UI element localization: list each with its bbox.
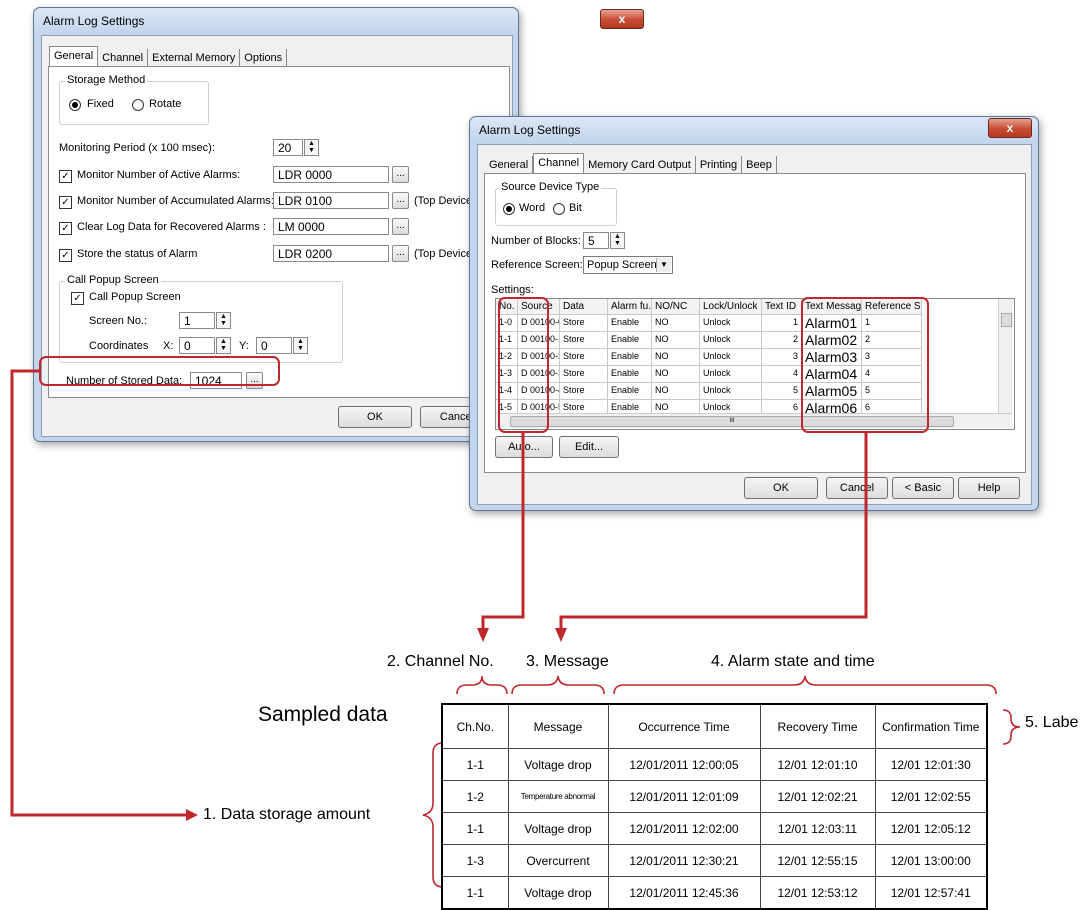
cell-recovery: 12/01 12:55:15 [759, 844, 876, 877]
cell-recovery: 12/01 12:53:12 [759, 876, 876, 910]
cell-ch-no: 1-3 [441, 844, 509, 877]
table-row: 1-1 Voltage drop 12/01/2011 12:02:00 12/… [441, 812, 988, 845]
alarm-state-brace [613, 675, 997, 695]
cell-occurrence: 12/01/2011 12:00:05 [607, 748, 761, 781]
header-occurrence-time: Occurrence Time [607, 703, 761, 749]
sampled-data-table: Ch.No. Message Occurrence Time Recovery … [441, 703, 988, 910]
cell-ch-no: 1-1 [441, 876, 509, 910]
cell-recovery: 12/01 12:01:10 [759, 748, 876, 781]
cell-recovery: 12/01 12:03:11 [759, 812, 876, 845]
cell-confirmation: 12/01 12:01:30 [874, 748, 988, 781]
cell-recovery: 12/01 12:02:21 [759, 780, 876, 813]
storage-brace [422, 742, 444, 888]
storage-arrowhead [186, 809, 198, 821]
cell-occurrence: 12/01/2011 12:01:09 [607, 780, 761, 813]
cell-occurrence: 12/01/2011 12:45:36 [607, 876, 761, 910]
cell-message: Temperature abnormal [507, 780, 609, 813]
message-connector [559, 432, 868, 628]
sampled-data-title: Sampled data [258, 703, 388, 726]
alarm-state-callout: 4. Alarm state and time [711, 653, 875, 670]
channel-connector [481, 432, 525, 628]
header-message: Message [507, 703, 609, 749]
channel-no-highlight [498, 297, 549, 433]
table-row: 1-3 Overcurrent 12/01/2011 12:30:21 12/0… [441, 844, 988, 877]
label-brace [1002, 709, 1021, 745]
cell-confirmation: 12/01 12:05:12 [874, 812, 988, 845]
cell-ch-no: 1-1 [441, 748, 509, 781]
cell-message: Voltage drop [507, 748, 609, 781]
message-brace [511, 675, 605, 695]
header-recovery-time: Recovery Time [759, 703, 876, 749]
stored-data-highlight [39, 356, 280, 386]
cell-ch-no: 1-2 [441, 780, 509, 813]
cell-message: Voltage drop [507, 876, 609, 910]
channel-no-callout: 2. Channel No. [387, 653, 494, 670]
cell-confirmation: 12/01 12:02:55 [874, 780, 988, 813]
channel-brace [456, 675, 508, 695]
cell-message: Voltage drop [507, 812, 609, 845]
table-row: 1-2 Temperature abnormal 12/01/2011 12:0… [441, 780, 988, 813]
cell-occurrence: 12/01/2011 12:02:00 [607, 812, 761, 845]
storage-amount-callout: 1. Data storage amount [203, 806, 371, 823]
cell-confirmation: 12/01 13:00:00 [874, 844, 988, 877]
table-row: 1-1 Voltage drop 12/01/2011 12:00:05 12/… [441, 748, 988, 781]
cell-confirmation: 12/01 12:57:41 [874, 876, 988, 910]
label-callout: 5. Labe [1025, 714, 1079, 731]
cell-occurrence: 12/01/2011 12:30:21 [607, 844, 761, 877]
message-arrowhead [555, 628, 567, 642]
text-message-highlight [801, 297, 929, 433]
table-row: 1-1 Voltage drop 12/01/2011 12:45:36 12/… [441, 876, 988, 910]
storage-connector [10, 369, 190, 817]
header-ch-no: Ch.No. [441, 703, 509, 749]
channel-arrowhead [477, 628, 489, 642]
cell-message: Overcurrent [507, 844, 609, 877]
header-confirmation-time: Confirmation Time [874, 703, 988, 749]
sample-header-row: Ch.No. Message Occurrence Time Recovery … [441, 703, 988, 749]
cell-ch-no: 1-1 [441, 812, 509, 845]
message-callout: 3. Message [526, 653, 609, 670]
